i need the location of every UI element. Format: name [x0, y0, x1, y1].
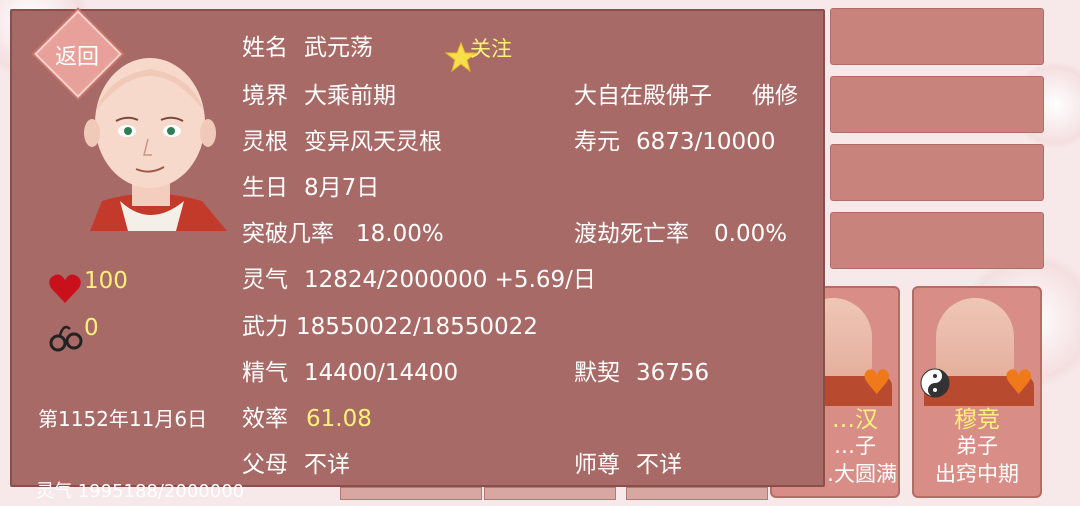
disciple-card[interactable]: ♥ 穆竞 弟子 出窍中期	[912, 286, 1042, 498]
background-strip	[340, 487, 482, 500]
birthday-label: 生日	[242, 175, 288, 201]
essence-value: 14400/14400	[304, 360, 459, 386]
efficiency-value: 61.08	[306, 406, 372, 432]
qi-label: 灵气	[242, 267, 288, 293]
background-list-row	[830, 8, 1044, 65]
parents-label: 父母	[242, 452, 288, 478]
background-list-row	[830, 144, 1044, 201]
realm-value: 大乘前期	[304, 83, 396, 109]
breakthrough-label: 突破几率	[242, 221, 334, 247]
heart-icon: ♥	[1003, 363, 1034, 403]
realm-label: 境界	[242, 83, 288, 109]
efficiency-label: 效率	[242, 406, 288, 432]
qi-value: 12824/2000000 +5.69/日	[304, 267, 596, 293]
heart-icon: ♥	[861, 363, 892, 403]
name-label: 姓名	[242, 35, 288, 61]
lifespan-label: 寿元	[574, 129, 620, 155]
shackle-icon	[49, 325, 83, 352]
background-list-row	[830, 76, 1044, 133]
yin-yang-icon	[920, 368, 950, 398]
force-label: 武力	[242, 314, 288, 340]
force-value: 18550022/18550022	[296, 314, 538, 340]
background-strip	[626, 487, 768, 500]
sect-title: 大自在殿佛子	[574, 83, 712, 109]
health-value: 100	[84, 268, 128, 294]
follow-button[interactable]: 关注	[470, 35, 512, 63]
tacit-value: 36756	[636, 360, 710, 386]
birthday-value: 8月7日	[304, 175, 380, 201]
lifespan-value: 6873/10000	[636, 129, 776, 155]
tacit-label: 默契	[574, 360, 620, 386]
tribulation-label: 渡劫死亡率	[574, 221, 689, 247]
disciple-realm: 出窍中期	[935, 462, 1019, 486]
tribulation-value: 0.00%	[714, 221, 788, 247]
character-info-panel: 返回 100 0 第1152年11月6日 姓名 武元荡 关注 境界 大乘前期 大…	[10, 9, 825, 487]
back-button-label: 返回	[54, 45, 99, 70]
game-date: 第1152年11月6日	[38, 407, 208, 431]
spirit-root-label: 灵根	[242, 129, 288, 155]
parents-value: 不详	[304, 452, 350, 478]
background-qi-text: 灵气 1995188/2000000	[36, 481, 245, 502]
disciple-name: 穆竞	[954, 407, 1000, 433]
background-strip	[484, 487, 616, 500]
captive-value: 0	[84, 315, 99, 341]
spirit-root-value: 变异风天灵根	[304, 129, 442, 155]
breakthrough-value: 18.00%	[356, 221, 444, 247]
back-button[interactable]: 返回	[34, 10, 122, 98]
master-label: 师尊	[574, 452, 620, 478]
disciple-role: 弟子	[956, 434, 998, 458]
cultivation-path: 佛修	[752, 83, 798, 109]
essence-label: 精气	[242, 360, 288, 386]
heart-icon	[49, 274, 81, 303]
background-list-row	[830, 212, 1044, 269]
name-value: 武元荡	[304, 35, 373, 61]
master-value: 不详	[636, 452, 682, 478]
